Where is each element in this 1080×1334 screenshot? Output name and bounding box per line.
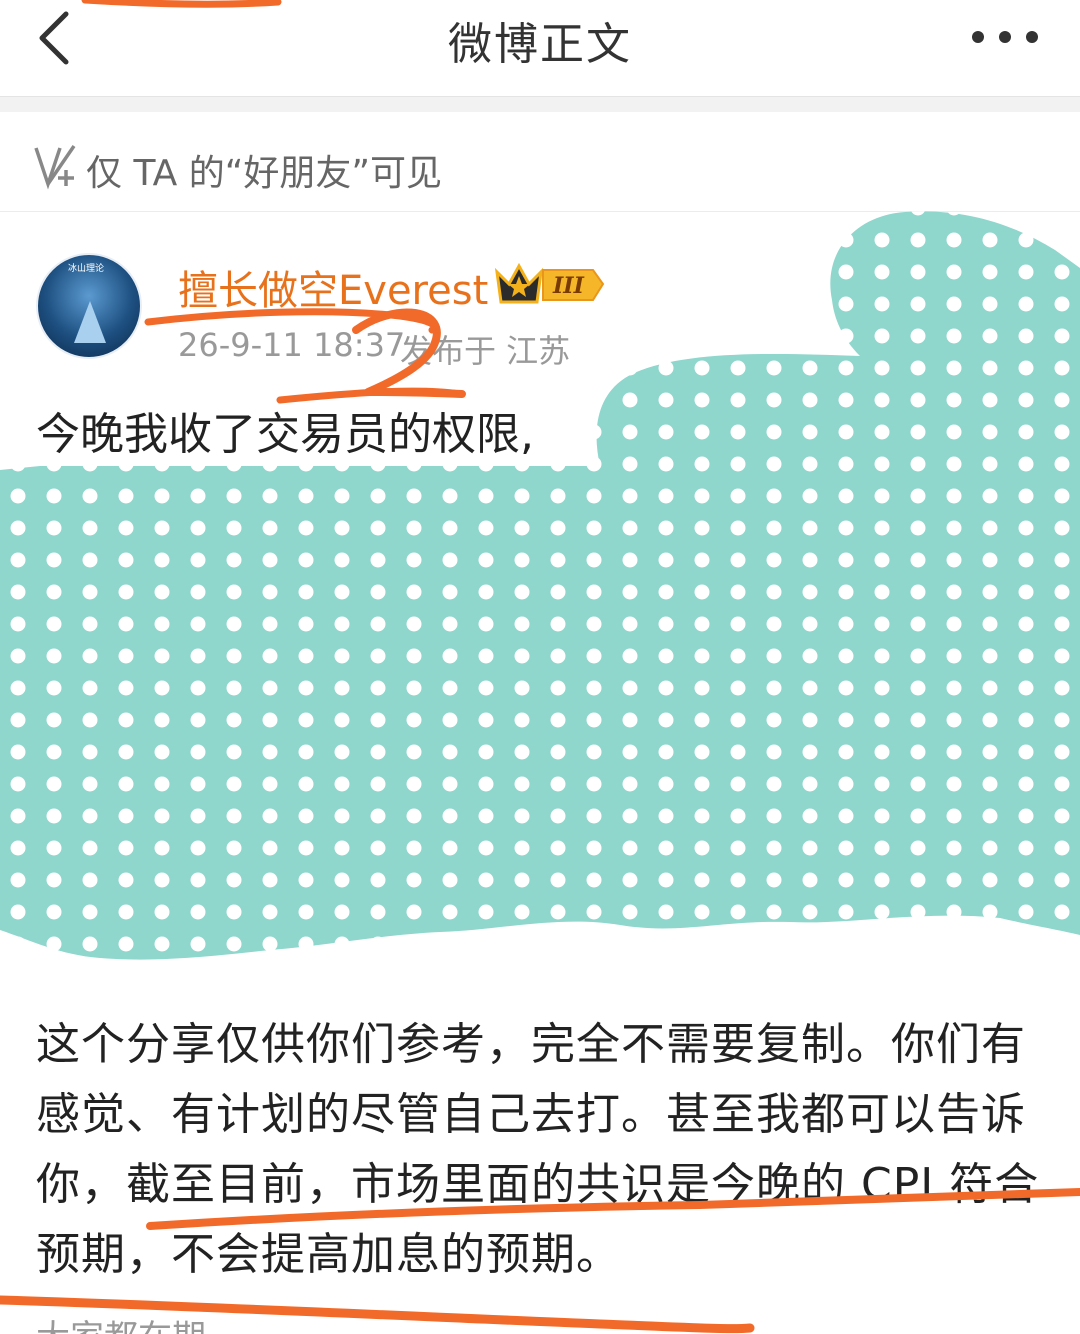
post-text-line: 今晚我收了交易员的权限, [36,409,534,460]
page-title: 微博正文 [448,19,632,70]
member-crown-badge-icon[interactable]: III [495,262,605,306]
badge-level-text: III [552,273,585,299]
post-body-text: 这个分享仅供你们参考，完全不需要复制。你们有感觉、有计划的尽管自己去打。甚至我都… [36,1019,1040,1280]
redaction-mask [0,211,1080,960]
visibility-check-icon [34,145,76,190]
iceberg-image [74,301,106,343]
visibility-notice: 仅 TA 的“好朋友”可见 [0,112,1080,212]
author-name[interactable]: 擅长做空Everest [178,258,488,316]
post-cutoff-text: 大家都在期 [36,1310,206,1334]
post-timestamp: 26-9-11 18:37 [178,326,406,364]
top-nav-bar: 微博正文 [0,0,1080,96]
more-dots-icon[interactable] [970,22,1040,52]
avatar[interactable]: 冰山理论 [36,253,142,359]
section-divider [0,96,1080,112]
post-location: 发布于 江苏 [400,332,571,370]
visibility-text: 仅 TA 的“好朋友”可见 [86,153,443,194]
avatar-label: 冰山理论 [68,264,105,274]
